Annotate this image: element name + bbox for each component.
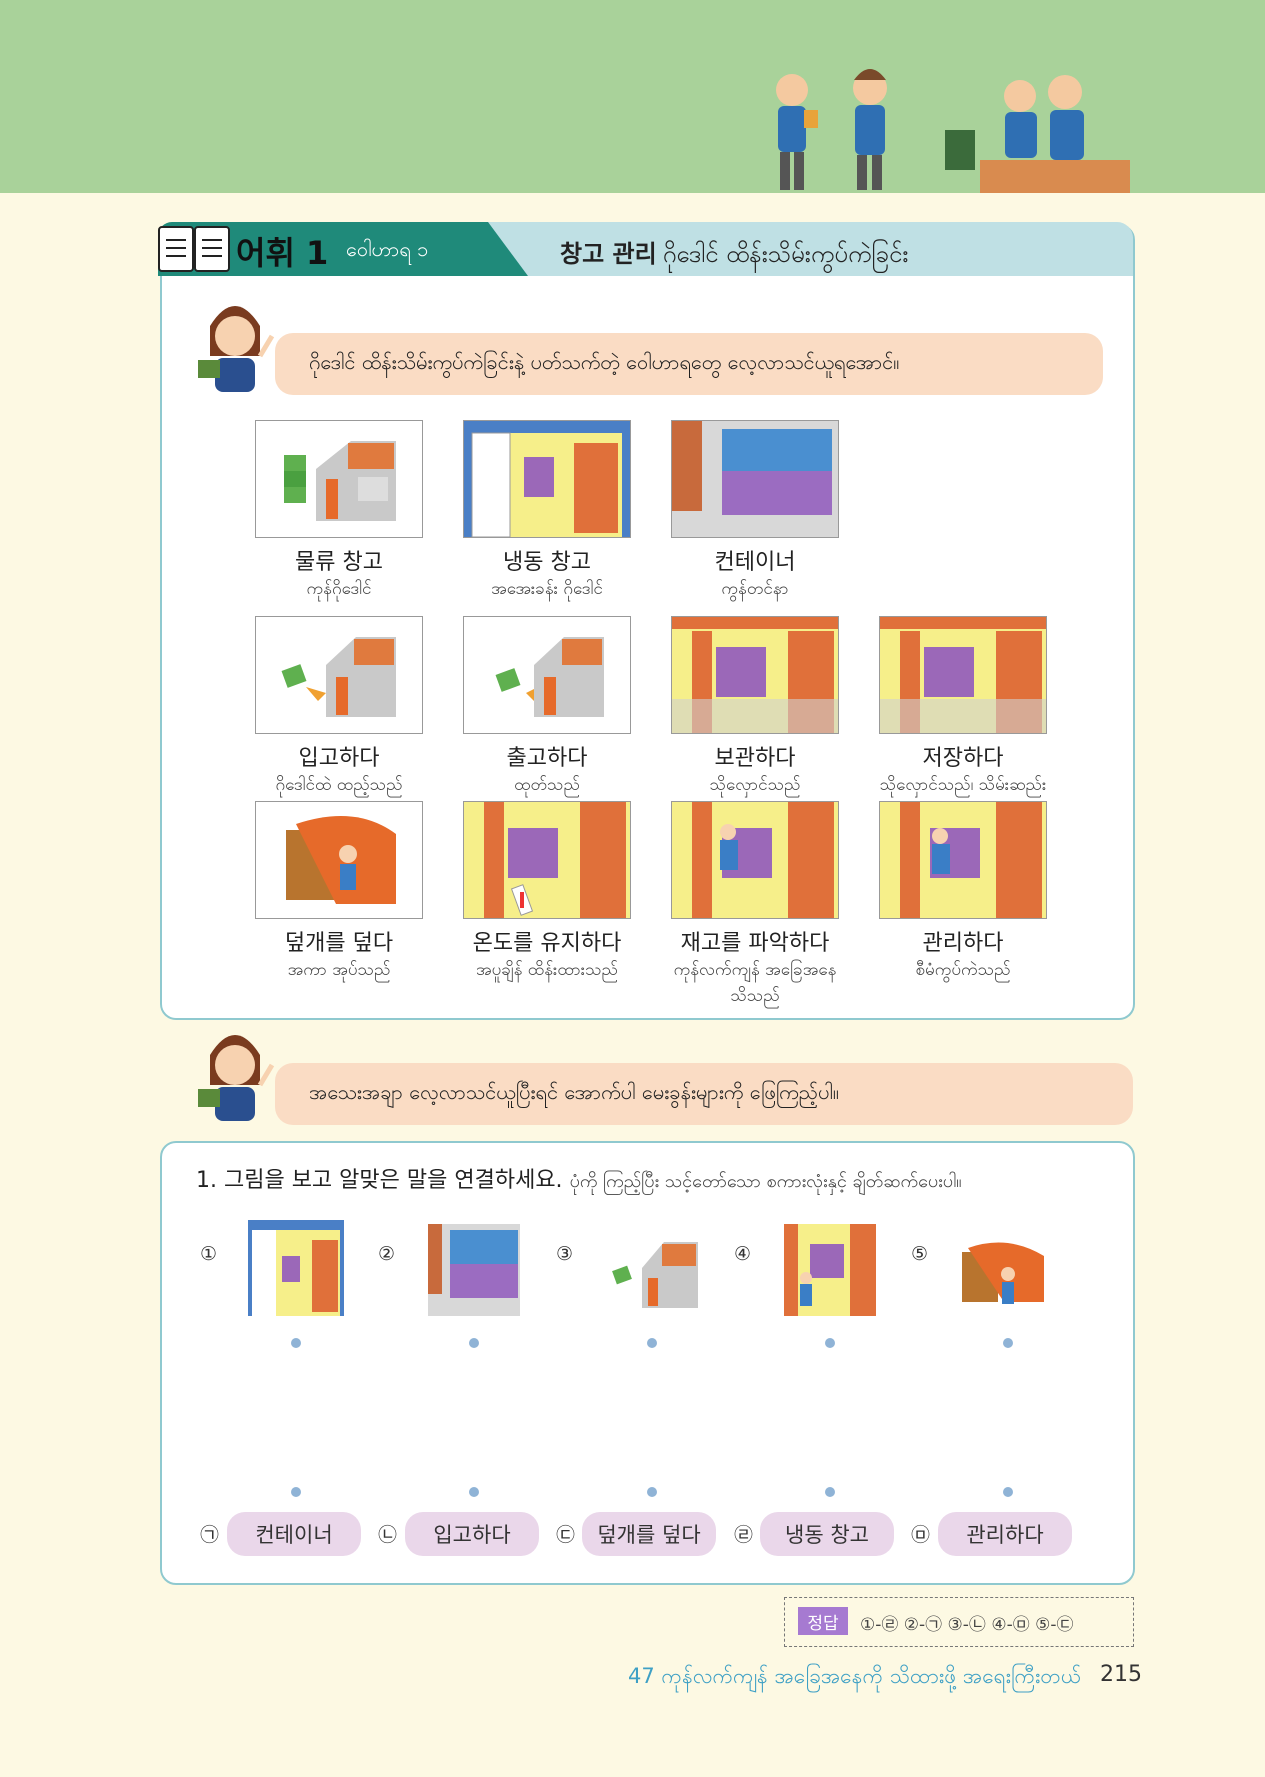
vocab-ko: 컨테이너	[714, 550, 796, 575]
vocab-sublabel: ဝေါဟာရ ၁	[346, 237, 429, 261]
option-letter: ㉢	[556, 1524, 576, 1546]
vocab-my: အအေးခန်း ဂိုဒေါင်	[491, 579, 603, 599]
vocab-ko: 보관하다	[714, 746, 796, 771]
vocab-ko: 냉동 창고	[503, 550, 591, 575]
vocab-my: အကာ အုပ်သည်	[287, 960, 391, 980]
question-number: ①	[200, 1243, 218, 1265]
question-number: ⑤	[911, 1243, 929, 1265]
container-picture	[428, 1224, 520, 1316]
inventory-picture	[671, 801, 839, 919]
option-pill[interactable]: 컨테이너	[227, 1512, 361, 1556]
option-letter: ㉠	[200, 1524, 220, 1546]
cover-picture	[960, 1238, 1046, 1316]
vocab-ko: 저장하다	[922, 746, 1004, 771]
section-title: 창고 관리 ဂိုဒေါင် ထိန်းသိမ်းကွပ်ကဲခြင်း	[560, 234, 908, 274]
storage-picture	[671, 616, 839, 734]
intro-speech-bubble: ဂိုဒေါင် ထိန်းသိမ်းကွပ်ကဲခြင်းနဲ့ ပတ်သက်…	[275, 333, 1103, 395]
option-letter: ㉣	[734, 1524, 754, 1546]
inventory-picture	[784, 1224, 876, 1316]
vocab-card: 저장하다 သိုလှောင်သည်၊ သိမ်းဆည်းသည်	[879, 616, 1047, 824]
match-dot[interactable]	[469, 1338, 479, 1348]
match-dot[interactable]	[291, 1487, 301, 1497]
section-title-my: ဂိုဒေါင် ထိန်းသိမ်းကွပ်ကဲခြင်း	[662, 240, 909, 268]
vocab-ko: 출고하다	[506, 746, 588, 771]
warehouse-picture	[606, 1228, 702, 1316]
option-letter: ㉤	[911, 1524, 931, 1546]
teacher-icon	[198, 1035, 275, 1121]
question-title-ko: 1. 그림을 보고 알맞은 말을 연결하세요.	[196, 1168, 563, 1193]
outbound-picture	[463, 616, 631, 734]
vocab-card: 온도를 유지하다 အပူချိန် ထိန်းထားသည်	[463, 801, 631, 983]
match-dot[interactable]	[647, 1338, 657, 1348]
option-pill[interactable]: 덮개를 덮다	[582, 1512, 716, 1556]
vocab-my: ကုန်လက်ကျန် အခြေအနေ သိသည်	[673, 960, 837, 1006]
vocab-my: စီမံကွပ်ကဲသည်	[915, 960, 1011, 980]
vocab-card: 재고를 파악하다 ကုန်လက်ကျန် အခြေအနေ သိသည်	[671, 801, 839, 1009]
warehouse-picture	[255, 420, 423, 538]
vocab-ko: 관리하다	[922, 931, 1004, 956]
vocab-card: 출고하다 ထုတ်သည်	[463, 616, 631, 798]
question-title: 1. 그림을 보고 알맞은 말을 연결하세요. ပုံကို ကြည့်ပြီး…	[196, 1162, 962, 1196]
vocab-card: 컨테이너 ကွန်တင်နာ	[671, 420, 839, 602]
vocab-card: 냉동 창고 အအေးခန်း ဂိုဒေါင်	[463, 420, 631, 602]
cover-picture	[255, 801, 423, 919]
option-letter: ㉡	[378, 1524, 398, 1546]
teacher-icon	[198, 306, 275, 392]
option-pill[interactable]: 냉동 창고	[760, 1512, 894, 1556]
vocab-card: 보관하다 သိုလှောင်သည်	[671, 616, 839, 798]
store-picture	[879, 616, 1047, 734]
vocab-card: 입고하다 ဂိုဒေါင်ထဲ ထည့်သည်	[255, 616, 423, 798]
manage-picture	[879, 801, 1047, 919]
answer-badge: 정답	[798, 1607, 848, 1635]
temperature-picture	[463, 801, 631, 919]
match-dot[interactable]	[647, 1487, 657, 1497]
match-dot[interactable]	[291, 1338, 301, 1348]
vocab-my: အပူချိန် ထိန်းထားသည်	[476, 960, 618, 980]
vocab-my: သိုလှောင်သည်	[709, 775, 801, 795]
match-dot[interactable]	[825, 1487, 835, 1497]
container-picture	[671, 420, 839, 538]
workers-illustration	[776, 69, 1130, 193]
match-dot[interactable]	[469, 1487, 479, 1497]
vocab-card: 덮개를 덮다 အကာ အုပ်သည်	[255, 801, 423, 983]
vocab-my: ကုန်ဂိုဒေါင်	[306, 579, 372, 599]
vocab-my: ထုတ်သည်	[514, 775, 580, 795]
option-pill[interactable]: 입고하다	[405, 1512, 539, 1556]
vocab-ko: 물류 창고	[295, 550, 383, 575]
section-header: 어휘 1 ဝေါဟာရ ၁ 창고 관리 ဂိုဒေါင် ထိန်းသိမ်းကွ…	[158, 222, 1133, 276]
vocab-card: 관리하다 စီမံကွပ်ကဲသည်	[879, 801, 1047, 983]
freezer-picture	[463, 420, 631, 538]
vocab-ko: 재고를 파악하다	[680, 931, 830, 956]
freezer-picture	[248, 1220, 344, 1316]
question-number: ②	[378, 1243, 396, 1265]
match-dot[interactable]	[1003, 1338, 1013, 1348]
vocab-label: 어휘 1	[236, 234, 329, 272]
match-dot[interactable]	[1003, 1487, 1013, 1497]
option-pill[interactable]: 관리하다	[938, 1512, 1072, 1556]
chapter-footer: 47 ကုန်လက်ကျန် အခြေအနေကို သိထားဖို့ အရေး…	[628, 1664, 1082, 1688]
vocab-my: ကွန်တင်နာ	[721, 579, 789, 599]
vocab-my: ဂိုဒေါင်ထဲ ထည့်သည်	[275, 775, 403, 795]
question-title-my: ပုံကို ကြည့်ပြီး သင့်တော်သော စကားလုံးနှင…	[569, 1171, 962, 1192]
vocab-ko: 온도를 유지하다	[472, 931, 622, 956]
inbound-picture	[255, 616, 423, 734]
answer-text: ①-㉣ ②-㉠ ③-㉡ ④-㉤ ⑤-㉢	[860, 1615, 1074, 1635]
match-dot[interactable]	[825, 1338, 835, 1348]
page-number: 215	[1100, 1662, 1142, 1687]
vocab-ko: 입고하다	[298, 746, 380, 771]
question-number: ④	[734, 1243, 752, 1265]
section-title-ko: 창고 관리	[560, 240, 657, 268]
vocab-ko: 덮개를 덮다	[284, 931, 394, 956]
practice-speech-text: အသေးအချာ လေ့လာသင်ယူပြီးရင် အောက်ပါ မေးခွ…	[309, 1080, 839, 1104]
vocab-card: 물류 창고 ကုန်ဂိုဒေါင်	[255, 420, 423, 602]
practice-speech-bubble: အသေးအချာ လေ့လာသင်ယူပြီးရင် အောက်ပါ မေးခွ…	[275, 1063, 1133, 1125]
book-icon	[158, 226, 230, 272]
intro-speech-text: ဂိုဒေါင် ထိန်းသိမ်းကွပ်ကဲခြင်းနဲ့ ပတ်သက်…	[309, 350, 900, 374]
question-number: ③	[556, 1243, 574, 1265]
